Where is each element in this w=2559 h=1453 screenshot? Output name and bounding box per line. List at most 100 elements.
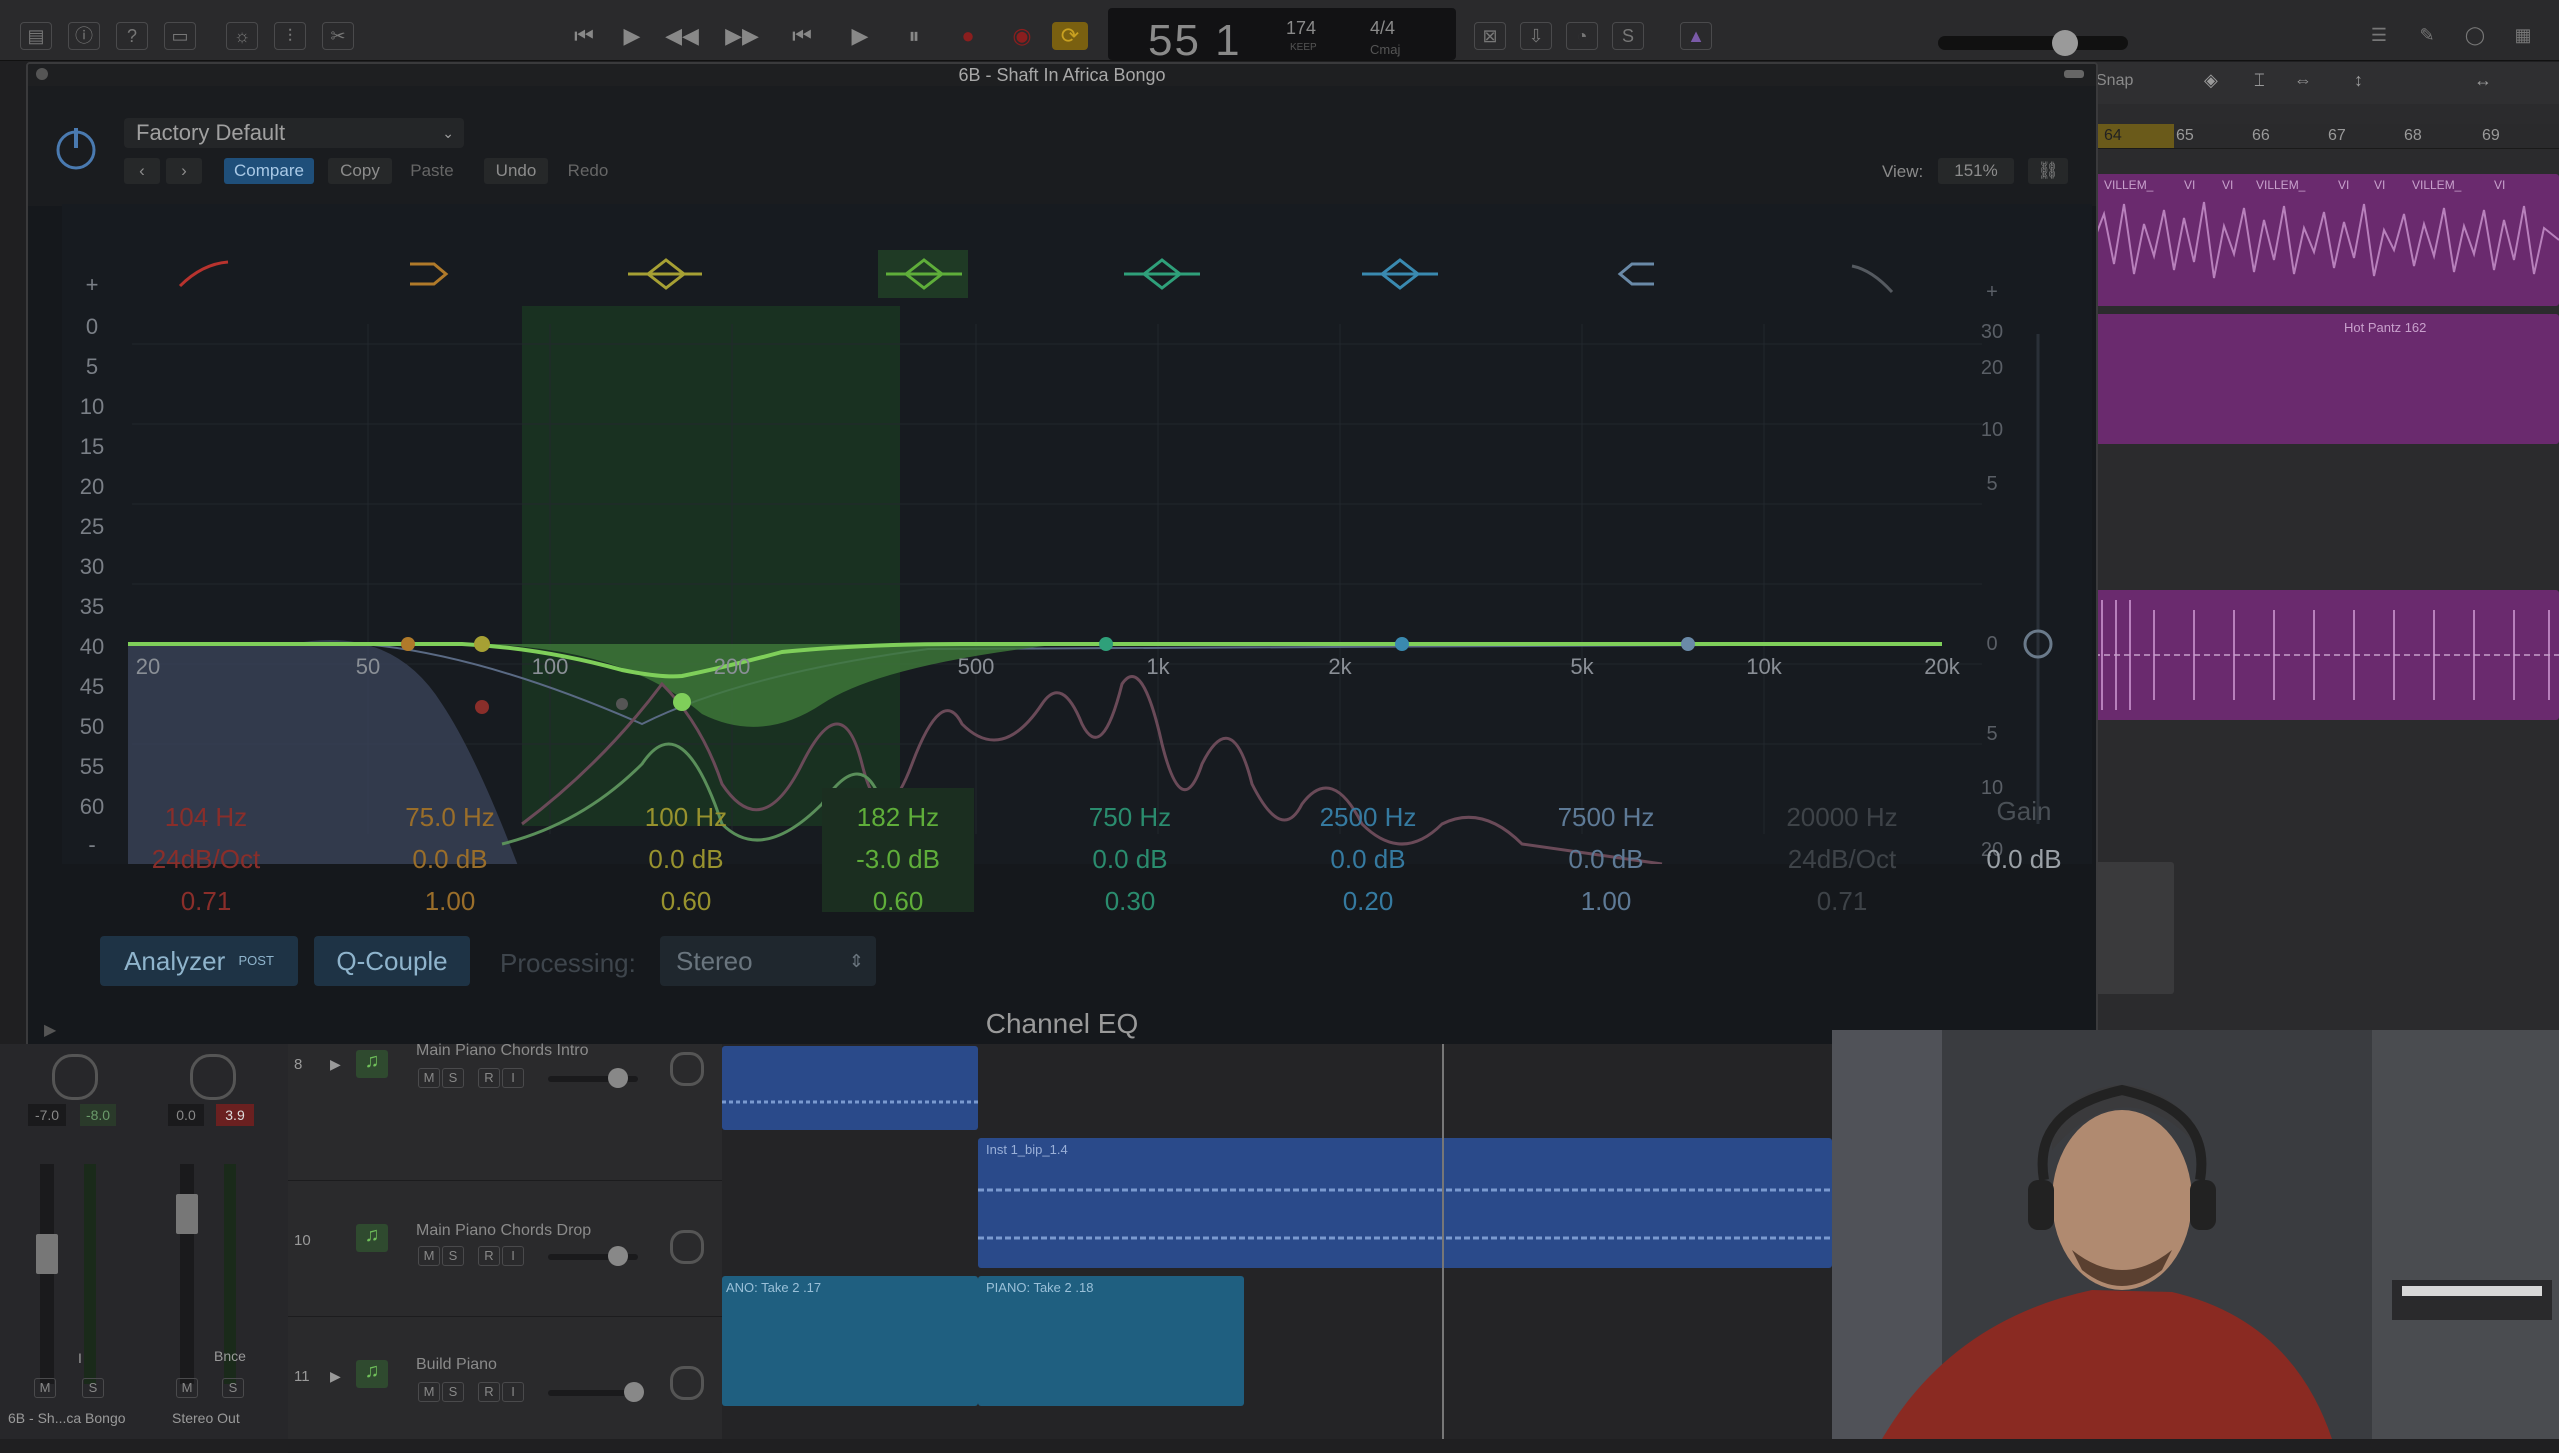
smart-controls-icon[interactable]: ☼: [226, 22, 258, 50]
band-5-q[interactable]: 0.30: [1040, 886, 1220, 917]
band-4-gain[interactable]: -3.0 dB: [808, 844, 988, 875]
band-8-slope[interactable]: 24dB/Oct: [1752, 844, 1932, 875]
bounce-label[interactable]: Bnce: [214, 1348, 246, 1364]
strip-2-solo[interactable]: S: [222, 1378, 244, 1398]
solo-button[interactable]: S: [442, 1246, 464, 1266]
band-1-q[interactable]: 0.71: [116, 886, 296, 917]
copy-button[interactable]: Copy: [328, 158, 392, 184]
band-8-q[interactable]: 0.71: [1752, 886, 1932, 917]
band-6-node[interactable]: [1395, 637, 1409, 651]
band-6-q[interactable]: 0.20: [1278, 886, 1458, 917]
fader-1[interactable]: [36, 1234, 58, 1274]
band-6-frequency[interactable]: 2500 Hz: [1278, 802, 1458, 833]
band-5-node[interactable]: [1099, 637, 1113, 651]
power-icon[interactable]: [52, 124, 100, 172]
plugin-window-title[interactable]: 6B - Shaft In Africa Bongo: [28, 64, 2096, 86]
audio-region-take[interactable]: ANO: Take 2 .17: [722, 1276, 978, 1406]
midi-region-hot-pantz[interactable]: Hot Pantz 162: [2094, 314, 2559, 444]
analyzer-button[interactable]: Analyzer POST: [100, 936, 298, 986]
record-enable-button[interactable]: R: [478, 1382, 500, 1402]
master-volume-knob[interactable]: [2052, 30, 2078, 56]
band-7-frequency[interactable]: 7500 Hz: [1516, 802, 1696, 833]
list-editors-icon[interactable]: ☰: [2364, 22, 2394, 48]
band-2-frequency[interactable]: 75.0 Hz: [360, 802, 540, 833]
close-window-icon[interactable]: [36, 68, 48, 80]
fader-2[interactable]: [176, 1194, 198, 1234]
capture-record-icon[interactable]: ◉: [1004, 22, 1040, 50]
notepad-icon[interactable]: ✎: [2412, 22, 2442, 48]
mute-button[interactable]: M: [418, 1246, 440, 1266]
vertical-slider-icon[interactable]: ↕: [2354, 70, 2363, 91]
input-monitor-button[interactable]: I: [502, 1246, 524, 1266]
solo-icon[interactable]: S: [1612, 22, 1644, 50]
pan-knob[interactable]: [670, 1052, 704, 1086]
editors-icon[interactable]: ✂: [322, 22, 354, 50]
vertical-zoom-icon[interactable]: ⌶: [2254, 70, 2265, 91]
arrange-tracks-area[interactable]: Inst 1_bip_1.4 ANO: Take 2 .17 PIANO: Ta…: [722, 1044, 1832, 1439]
ruler[interactable]: 64 65 66 67 68 69: [2094, 124, 2559, 149]
band-4-node[interactable]: [673, 693, 691, 711]
strip-1-solo[interactable]: S: [82, 1378, 104, 1398]
channel-eq-window[interactable]: 6B - Shaft In Africa Bongo Factory Defau…: [26, 62, 2098, 1048]
go-to-beginning-2-icon[interactable]: ⏮: [784, 22, 820, 50]
strip-2-volume[interactable]: 0.0: [168, 1104, 204, 1126]
track-header[interactable]: 10 ♫ Main Piano Chords Drop M S R I: [288, 1180, 722, 1317]
pause-icon[interactable]: ⏸: [896, 22, 932, 50]
band-1-node[interactable]: [475, 700, 489, 714]
pan-knob[interactable]: [670, 1366, 704, 1400]
track-header[interactable]: 11 ▶ ♫ Build Piano M S R I: [288, 1316, 722, 1453]
track-name[interactable]: Main Piano Chords Drop: [416, 1222, 591, 1240]
inspector-icon[interactable]: ⓘ: [68, 22, 100, 50]
preset-menu[interactable]: Factory Default ⌄: [124, 118, 464, 148]
zoom-fit-icon[interactable]: ◈: [2204, 70, 2218, 91]
audio-region-take[interactable]: PIANO: Take 2 .18: [978, 1276, 1244, 1406]
eq-graph[interactable]: + 0 5 10 15 20 25 30 35 40 45 50 55 60 -…: [62, 204, 2092, 864]
small-region[interactable]: [2094, 862, 2174, 994]
input-monitor-button[interactable]: I: [78, 1350, 82, 1366]
audio-region-villem[interactable]: VILLEM_ VI VI VILLEM_ VI VI VILLEM_ VI: [2094, 174, 2559, 306]
record-icon[interactable]: ●: [950, 22, 986, 50]
track-name[interactable]: Main Piano Chords Intro: [416, 1042, 589, 1060]
band-2-gain[interactable]: 0.0 dB: [360, 844, 540, 875]
arrange-area[interactable]: Snap ◈ ⌶ ⇔ ↕ ↔ 64 65 66 67 68 69 VILLEM_…: [2094, 62, 2559, 1032]
input-monitor-button[interactable]: I: [502, 1382, 524, 1402]
rewind-icon[interactable]: ◀◀: [664, 22, 700, 50]
go-to-beginning-icon[interactable]: ⏮: [566, 22, 602, 50]
pan-knob[interactable]: [670, 1230, 704, 1264]
link-icon[interactable]: ⛓: [2028, 158, 2068, 184]
band-5-gain[interactable]: 0.0 dB: [1040, 844, 1220, 875]
view-zoom-menu[interactable]: 151%: [1938, 158, 2014, 184]
fast-forward-icon[interactable]: ▶▶: [724, 22, 760, 50]
band-4-q-handle[interactable]: [616, 698, 628, 710]
record-enable-button[interactable]: R: [478, 1068, 500, 1088]
horizontal-zoom-icon[interactable]: ⇔: [2294, 70, 2312, 91]
audio-region-inst[interactable]: Inst 1_bip_1.4: [978, 1138, 1832, 1268]
disclosure-triangle-icon[interactable]: ▶: [330, 1056, 341, 1073]
mixer-icon[interactable]: ⫶: [274, 22, 306, 50]
master-volume-slider[interactable]: [1938, 36, 2128, 50]
volume-slider-knob[interactable]: [608, 1246, 628, 1266]
band-1-slope[interactable]: 24dB/Oct: [116, 844, 296, 875]
band-3-node[interactable]: [474, 636, 490, 652]
solo-button[interactable]: S: [442, 1382, 464, 1402]
band-8-frequency[interactable]: 20000 Hz: [1752, 802, 1932, 833]
track-header[interactable]: 8 ▶ ♫ Main Piano Chords Intro M S R I: [288, 1042, 722, 1181]
band-3-gain[interactable]: 0.0 dB: [596, 844, 776, 875]
undo-button[interactable]: Undo: [484, 158, 548, 184]
playhead[interactable]: [1442, 1044, 1444, 1439]
pan-knob-2[interactable]: [190, 1054, 236, 1100]
band-2-q[interactable]: 1.00: [360, 886, 540, 917]
toolbar-icon[interactable]: ▭: [164, 22, 196, 50]
strip-1-mute[interactable]: M: [34, 1378, 56, 1398]
play-from-selection-icon[interactable]: ▶: [614, 22, 650, 50]
compare-button[interactable]: Compare: [224, 158, 314, 184]
paste-button[interactable]: Paste: [400, 158, 464, 184]
browsers-icon[interactable]: ▦: [2508, 22, 2538, 48]
volume-slider-knob[interactable]: [608, 1068, 628, 1088]
band-7-q[interactable]: 1.00: [1516, 886, 1696, 917]
library-icon[interactable]: ▤: [20, 22, 52, 50]
loop-browser-icon[interactable]: ◯: [2460, 22, 2490, 48]
next-preset-button[interactable]: ›: [166, 158, 202, 184]
q-couple-button[interactable]: Q-Couple: [314, 936, 470, 986]
audio-region-chops[interactable]: [2094, 590, 2559, 720]
